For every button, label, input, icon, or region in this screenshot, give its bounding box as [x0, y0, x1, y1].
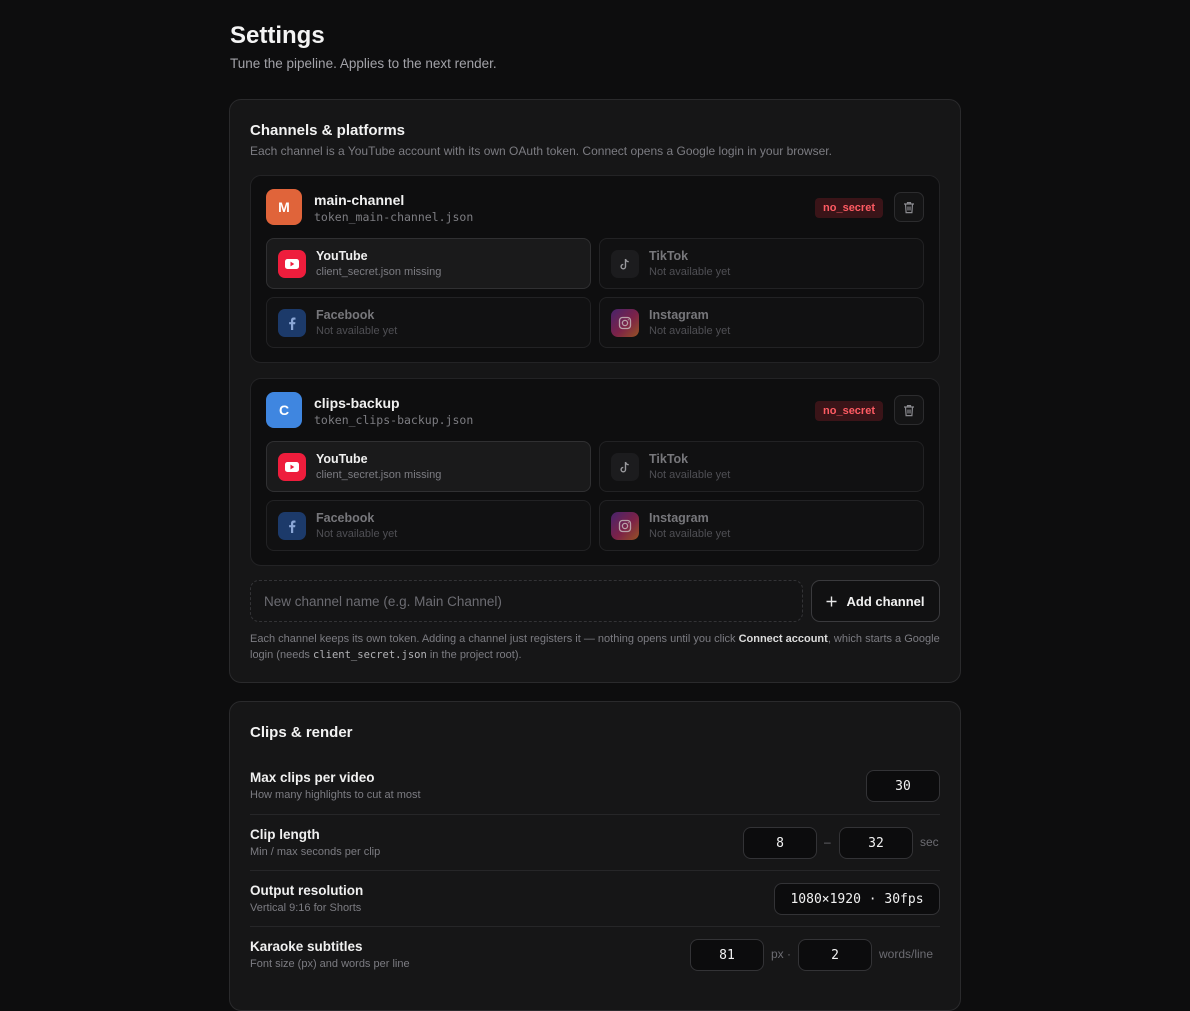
page-subtitle: Tune the pipeline. Applies to the next r…: [230, 56, 497, 71]
channels-help-note: Each channel keeps its own token. Adding…: [250, 633, 940, 661]
platform-name: YouTube: [316, 249, 368, 263]
clip-length-row: Clip length Min / max seconds per clip 8…: [250, 814, 940, 870]
platform-instagram: Instagram Not available yet: [599, 297, 924, 348]
clip-length-separator: –: [824, 835, 831, 849]
channels-card: Channels & platforms Each channel is a Y…: [229, 99, 961, 683]
delete-channel-button[interactable]: [894, 395, 924, 425]
add-channel-button[interactable]: Add channel: [811, 580, 940, 622]
tiktok-icon: [611, 453, 639, 481]
clip-length-min-input[interactable]: 8: [743, 827, 817, 859]
platform-name: TikTok: [649, 249, 689, 263]
clip-length-help: Min / max seconds per clip: [250, 846, 381, 858]
clip-length-unit: sec: [920, 835, 939, 849]
instagram-icon: [611, 512, 639, 540]
channel-avatar: M: [266, 189, 302, 225]
output-resolution-row: Output resolution Vertical 9:16 for Shor…: [250, 870, 940, 926]
youtube-icon: [278, 250, 306, 278]
platform-status: Not available yet: [316, 325, 398, 337]
page-title: Settings: [230, 22, 325, 49]
platform-status: Not available yet: [649, 266, 731, 278]
max-clips-input[interactable]: 30: [866, 770, 940, 802]
channel-token-file: token_main-channel.json: [314, 210, 474, 224]
youtube-icon: [278, 453, 306, 481]
channels-card-title: Channels & platforms: [250, 122, 406, 139]
platform-status: Not available yet: [649, 325, 731, 337]
max-clips-row: Max clips per video How many highlights …: [250, 758, 940, 814]
platform-tiktok: TikTok Not available yet: [599, 441, 924, 492]
platform-facebook: Facebook Not available yet: [266, 297, 591, 348]
max-clips-label: Max clips per video: [250, 770, 375, 785]
platform-status: client_secret.json missing: [316, 469, 442, 481]
trash-icon: [904, 201, 914, 213]
max-clips-help: How many highlights to cut at most: [250, 789, 421, 801]
platform-status: Not available yet: [649, 469, 731, 481]
channels-card-description: Each channel is a YouTube account with i…: [250, 144, 832, 158]
channel-name: clips-backup: [314, 395, 400, 411]
output-resolution-help: Vertical 9:16 for Shorts: [250, 902, 362, 914]
platform-youtube[interactable]: YouTube client_secret.json missing: [266, 441, 591, 492]
platform-name: Facebook: [316, 308, 375, 322]
connect-account-text: Connect account: [738, 633, 828, 645]
platform-youtube[interactable]: YouTube client_secret.json missing: [266, 238, 591, 289]
platform-name: Facebook: [316, 511, 375, 525]
clips-render-title: Clips & render: [250, 724, 353, 741]
platform-name: YouTube: [316, 452, 368, 466]
subtitle-font-size-input[interactable]: 81: [690, 939, 764, 971]
channel-name: main-channel: [314, 192, 405, 208]
instagram-icon: [611, 309, 639, 337]
platform-instagram: Instagram Not available yet: [599, 500, 924, 551]
channel-avatar: C: [266, 392, 302, 428]
output-resolution-select[interactable]: 1080×1920 · 30fps: [774, 883, 940, 915]
platform-name: Instagram: [649, 308, 709, 322]
new-channel-name-input[interactable]: [250, 580, 803, 622]
platform-status: Not available yet: [316, 528, 398, 540]
karaoke-subtitles-label: Karaoke subtitles: [250, 939, 363, 954]
platform-facebook: Facebook Not available yet: [266, 500, 591, 551]
client-secret-filename: client_secret.json: [313, 648, 427, 661]
words-per-line-input[interactable]: 2: [798, 939, 872, 971]
plus-icon: [826, 596, 837, 606]
platform-name: TikTok: [649, 452, 689, 466]
clip-length-label: Clip length: [250, 827, 320, 842]
font-size-unit: px ·: [771, 947, 792, 961]
trash-icon: [904, 404, 914, 416]
channel-token-file: token_clips-backup.json: [314, 413, 474, 427]
facebook-icon: [278, 309, 306, 337]
platform-tiktok: TikTok Not available yet: [599, 238, 924, 289]
platform-status: client_secret.json missing: [316, 266, 442, 278]
channel-card-clips-backup: C clips-backup token_clips-backup.json n…: [250, 378, 940, 566]
platform-name: Instagram: [649, 511, 709, 525]
words-per-line-unit: words/line: [879, 947, 934, 961]
channel-card-main-channel: M main-channel token_main-channel.json n…: [250, 175, 940, 363]
add-channel-label: Add channel: [846, 593, 925, 609]
status-badge: no_secret: [815, 401, 883, 421]
facebook-icon: [278, 512, 306, 540]
tiktok-icon: [611, 250, 639, 278]
status-badge: no_secret: [815, 198, 883, 218]
platform-status: Not available yet: [649, 528, 731, 540]
clip-length-max-input[interactable]: 32: [839, 827, 913, 859]
clips-render-card: Clips & render Max clips per video How m…: [229, 701, 961, 1011]
delete-channel-button[interactable]: [894, 192, 924, 222]
karaoke-subtitles-help: Font size (px) and words per line: [250, 958, 410, 970]
karaoke-subtitles-row: Karaoke subtitles Font size (px) and wor…: [250, 926, 940, 982]
output-resolution-label: Output resolution: [250, 883, 364, 898]
